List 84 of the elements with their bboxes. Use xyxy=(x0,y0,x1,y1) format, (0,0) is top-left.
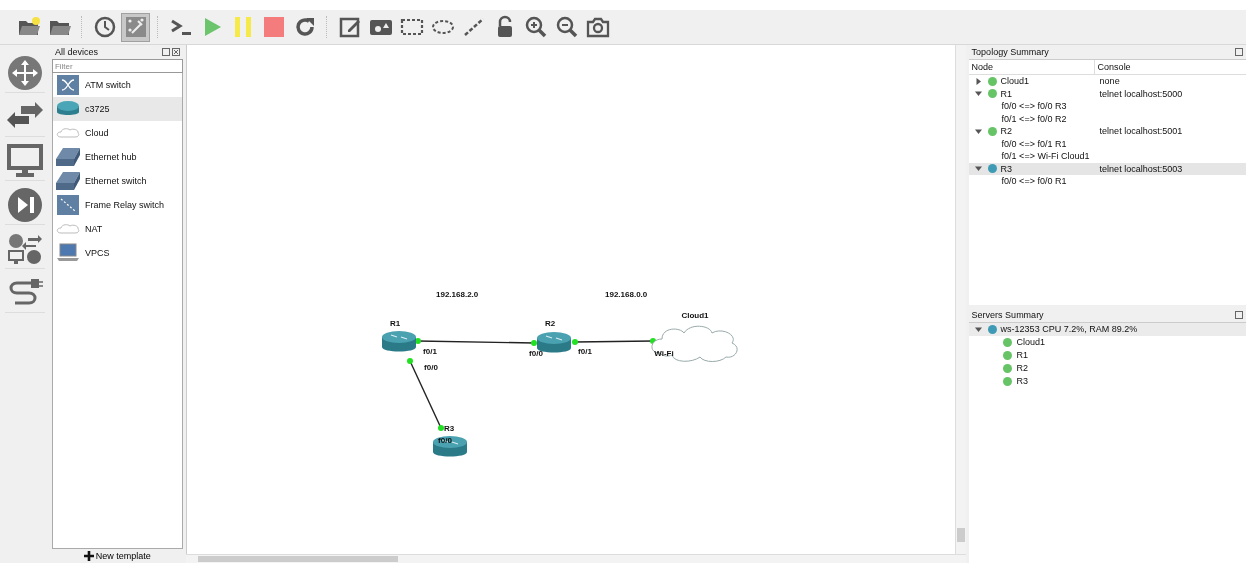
router-node[interactable] xyxy=(536,332,571,353)
edit-icon xyxy=(337,15,362,39)
zoom-in-icon xyxy=(523,15,548,39)
network-note: 192.168.0.0 xyxy=(604,290,647,299)
router-node[interactable] xyxy=(381,331,416,352)
vertical-scrollbar[interactable] xyxy=(954,45,966,554)
cloud-node[interactable] xyxy=(651,325,738,362)
stop-icon xyxy=(261,15,286,39)
horizontal-scrollbar[interactable] xyxy=(185,554,966,563)
routers-button[interactable] xyxy=(4,53,45,93)
port-label: Wi-Fi xyxy=(653,349,674,358)
link-entry: f0/0 <=> f0/0 R1 xyxy=(1001,176,1067,187)
dock-controls-icon xyxy=(161,48,180,56)
camera-icon xyxy=(585,15,610,39)
port-dot xyxy=(571,339,578,345)
pencil-icon xyxy=(123,15,148,39)
frame-relay-icon xyxy=(55,194,80,216)
tree-row[interactable]: R1 telnet localhost:5000 xyxy=(968,87,1246,100)
device-item[interactable]: VPCS xyxy=(52,241,182,265)
link-entry: f0/1 <=> f0/0 R2 xyxy=(1001,113,1067,124)
link-entry: f0/0 <=> f0/1 R1 xyxy=(1001,138,1067,149)
undock-icon[interactable] xyxy=(1235,48,1243,56)
link-entry: f0/1 <=> Wi-Fi Cloud1 xyxy=(1001,151,1090,162)
end-devices-button[interactable] xyxy=(4,141,45,181)
node-label: R3 xyxy=(443,424,454,433)
device-item[interactable]: c3725 xyxy=(52,97,182,121)
port-label: f0/1 xyxy=(422,347,437,356)
new-template-button[interactable]: New template xyxy=(51,549,183,563)
port-dot xyxy=(530,340,537,346)
tree-row[interactable]: R2 telnet localhost:5001 xyxy=(968,125,1246,138)
node-name: Cloud1 xyxy=(1000,76,1030,87)
router-node[interactable] xyxy=(432,436,467,457)
node-label: Cloud1 xyxy=(681,311,709,320)
security-devices-button[interactable] xyxy=(4,185,45,225)
console-address: telnet localhost:5001 xyxy=(1098,126,1183,137)
column-header[interactable]: Node xyxy=(968,60,1095,74)
port-label: f0/0 xyxy=(423,363,438,372)
collapse-arrow-icon[interactable] xyxy=(974,90,982,98)
port-label: f0/1 xyxy=(577,347,592,356)
tree-row[interactable]: Cloud1 none xyxy=(968,75,1246,88)
undock-icon[interactable] xyxy=(1235,311,1243,319)
show-interfaces-button[interactable] xyxy=(121,12,150,42)
port-label: f0/0 xyxy=(437,436,452,445)
device-item[interactable]: Cloud xyxy=(52,121,182,145)
switch-icon xyxy=(55,170,80,192)
device-item[interactable]: ATM switch xyxy=(52,73,182,97)
clock-icon xyxy=(92,15,117,39)
collapse-arrow-icon[interactable] xyxy=(974,127,982,135)
tree-row[interactable]: R3 telnet localhost:5003 xyxy=(968,162,1246,175)
console-address: none xyxy=(1098,76,1120,87)
port-dot xyxy=(414,338,421,344)
hub-icon xyxy=(55,146,80,168)
node-name: R3 xyxy=(1000,163,1013,174)
server-name: ws-12353 CPU 7.2%, RAM 89.2% xyxy=(1000,324,1138,335)
port-dot xyxy=(406,358,413,364)
device-item[interactable]: Ethernet hub xyxy=(52,145,182,169)
device-item[interactable]: NAT xyxy=(52,217,182,241)
network-note: 192.168.2.0 xyxy=(435,290,478,299)
node-name[interactable]: R3 xyxy=(1016,376,1029,386)
node-name[interactable]: R1 xyxy=(1016,350,1029,360)
node-name[interactable]: R2 xyxy=(1016,363,1029,373)
node-name[interactable]: Cloud1 xyxy=(1016,337,1046,347)
panel-title: All devices xyxy=(54,47,98,57)
console-address: telnet localhost:5000 xyxy=(1098,88,1183,99)
port-label: f0/0 xyxy=(528,349,543,358)
console-address: telnet localhost:5003 xyxy=(1098,163,1183,174)
node-label: R1 xyxy=(389,319,400,328)
link-entry: f0/0 <=> f0/0 R3 xyxy=(1001,101,1067,112)
zoom-out-icon xyxy=(554,15,579,39)
node-name: R1 xyxy=(1000,88,1013,99)
expand-arrow-icon[interactable] xyxy=(974,77,982,85)
device-item[interactable]: Ethernet switch xyxy=(52,169,182,193)
device-item[interactable]: Frame Relay switch xyxy=(52,193,182,217)
plus-icon xyxy=(83,551,94,561)
panel-title: Topology Summary xyxy=(971,47,1049,57)
port-dot xyxy=(437,425,444,431)
panel-title: Servers Summary xyxy=(971,310,1044,320)
vpcs-icon xyxy=(55,242,80,264)
collapse-arrow-icon[interactable] xyxy=(974,325,982,333)
node-label: R2 xyxy=(544,319,555,328)
collapse-arrow-icon[interactable] xyxy=(974,165,982,173)
column-header[interactable]: Console xyxy=(1094,60,1131,74)
filter-field[interactable]: Filter xyxy=(51,59,183,73)
node-name: R2 xyxy=(1000,126,1013,137)
